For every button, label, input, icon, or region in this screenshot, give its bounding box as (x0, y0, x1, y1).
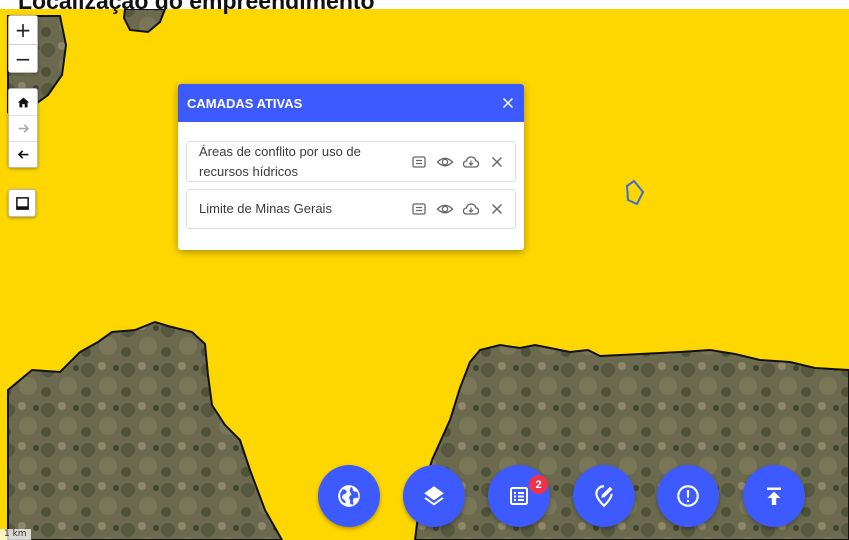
layer-count-badge: 2 (529, 475, 548, 494)
alert-button[interactable] (657, 465, 719, 527)
edit-location-icon (595, 485, 613, 508)
eye-icon (436, 157, 454, 166)
close-icon (492, 204, 502, 214)
panel-header: CAMADAS ATIVAS (178, 84, 524, 122)
remove-layer-button[interactable] (488, 200, 506, 218)
navigation-control (8, 88, 38, 168)
zoom-in-button[interactable]: + (9, 16, 37, 44)
basemap-button[interactable] (318, 465, 380, 527)
visibility-toggle-button[interactable] (436, 200, 454, 218)
layer-item: Áreas de conflito por uso de recursos hí… (186, 141, 516, 182)
back-button[interactable] (9, 141, 37, 167)
alert-icon (677, 485, 699, 507)
legend-icon (412, 203, 426, 215)
remove-layer-button[interactable] (488, 153, 506, 171)
layer-name: Áreas de conflito por uso de recursos hí… (199, 143, 361, 179)
legend-button[interactable] (8, 189, 36, 217)
legend-toggle-button[interactable] (410, 200, 428, 218)
arrow-left-icon (17, 150, 28, 159)
upload-icon (767, 487, 781, 505)
close-icon (492, 156, 502, 167)
forward-button[interactable] (9, 115, 37, 141)
active-layers-panel: CAMADAS ATIVAS Áreas de conflito por uso… (178, 84, 524, 250)
layers-icon (424, 486, 444, 506)
cloud-download-icon (462, 155, 480, 168)
list-icon (510, 487, 528, 505)
edit-location-button[interactable] (573, 465, 635, 527)
home-icon (17, 97, 29, 107)
legend-icon (412, 155, 426, 168)
panel-close-button[interactable] (502, 97, 514, 109)
panel-title: CAMADAS ATIVAS (187, 95, 303, 111)
upload-button[interactable] (743, 465, 805, 527)
layer-item: Limite de Minas Gerais (186, 189, 516, 229)
legend-toggle-button[interactable] (410, 153, 428, 171)
arrow-right-icon (18, 124, 29, 133)
download-button[interactable] (462, 200, 480, 218)
layer-name: Limite de Minas Gerais (199, 201, 332, 216)
zoom-control: + − (8, 15, 38, 73)
visibility-toggle-button[interactable] (436, 153, 454, 171)
globe-icon (338, 485, 360, 507)
page-title: Localização do empreendimento (18, 0, 375, 14)
home-button[interactable] (9, 89, 37, 115)
zoom-out-button[interactable]: − (9, 44, 37, 72)
close-icon (502, 97, 514, 109)
layers-button[interactable] (403, 465, 465, 527)
cloud-download-icon (462, 203, 480, 215)
download-button[interactable] (462, 153, 480, 171)
eye-icon (436, 204, 454, 214)
scale-bar: 1 km (0, 529, 31, 540)
legend-icon (15, 196, 29, 210)
